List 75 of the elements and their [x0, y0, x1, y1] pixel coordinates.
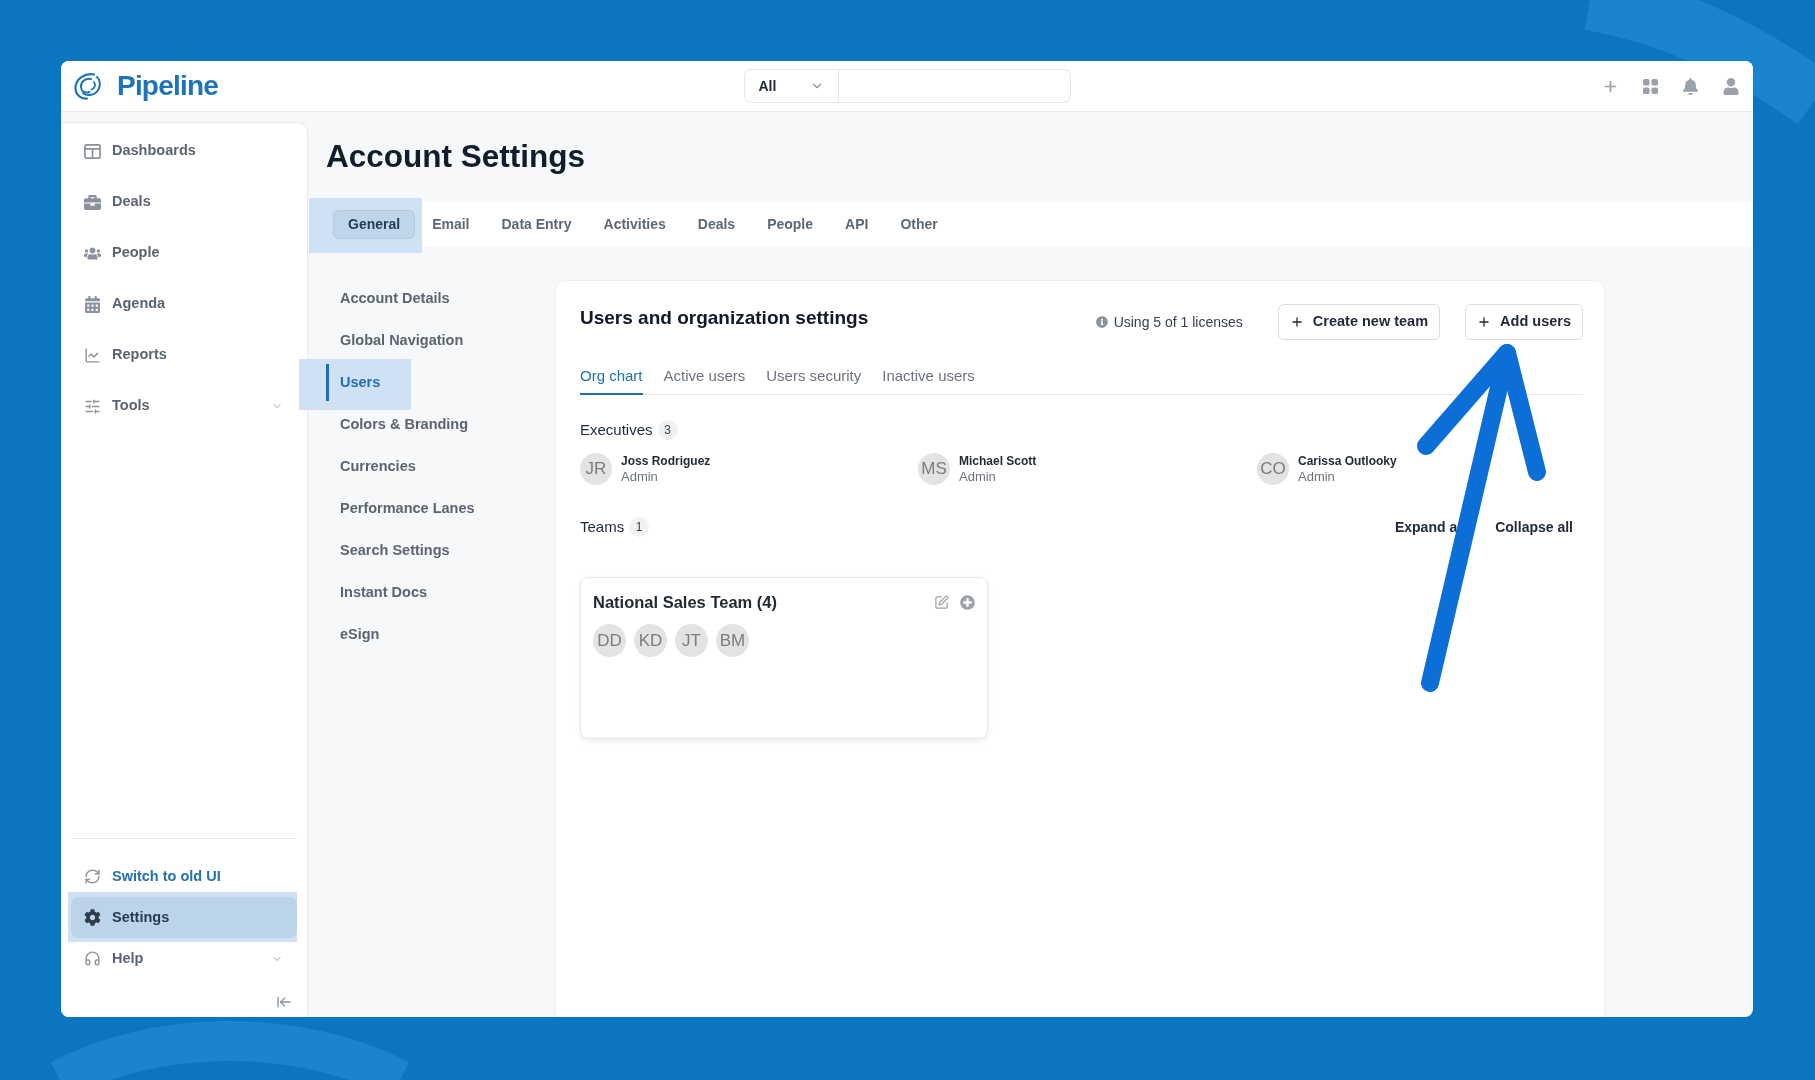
sidebar-item[interactable]: Settings	[71, 897, 297, 938]
collapse-sidebar-icon[interactable]	[276, 994, 292, 1010]
user-icon[interactable]	[1723, 77, 1739, 95]
settings-nav-item[interactable]: Search Settings	[326, 532, 460, 569]
section-label: Teams	[580, 516, 625, 537]
person-role: Admin	[621, 469, 659, 485]
grid-icon[interactable]	[1643, 78, 1658, 94]
expand-all-link[interactable]: Expand a	[1394, 516, 1458, 538]
license-info: Using 5 of 1 licenses	[1113, 312, 1243, 332]
search-field[interactable]	[838, 69, 1071, 103]
sidebar-item[interactable]: People	[71, 231, 297, 275]
create-team-button[interactable]: Create new team	[1277, 304, 1441, 340]
settings-nav-item[interactable]: Performance Lanes	[326, 490, 485, 527]
person-role: Admin	[1298, 469, 1336, 485]
initials-avatar: CO	[1257, 453, 1289, 485]
settings-nav-item[interactable]: Instant Docs	[326, 574, 437, 611]
add-users-button[interactable]: Add users	[1465, 304, 1583, 340]
card-title: Users and organization settings	[580, 305, 869, 330]
plus-icon	[1289, 315, 1304, 329]
person-role: Admin	[959, 469, 997, 485]
initials-avatar: JR	[580, 453, 612, 485]
briefcase-icon	[84, 193, 101, 211]
tab[interactable]: Active users	[663, 360, 746, 395]
count-badge: 1	[629, 517, 650, 537]
count-badge: 3	[657, 420, 678, 440]
person-name: Joss Rodriguez	[621, 453, 711, 469]
section-label: Executives	[580, 419, 653, 440]
sidebar-item[interactable]: Agenda	[71, 282, 297, 326]
info-icon	[1095, 316, 1108, 328]
bell-icon[interactable]	[1682, 77, 1699, 95]
tab[interactable]: Inactive users	[882, 360, 975, 395]
settings-icon	[84, 909, 101, 926]
sidebar-item[interactable]: Help	[71, 943, 297, 974]
tab[interactable]: API	[830, 210, 884, 239]
settings-nav-item[interactable]: Global Navigation	[326, 322, 474, 359]
tab[interactable]: Data Entry	[486, 210, 587, 239]
sidebar-item[interactable]: Tools	[71, 384, 297, 428]
person-name: Michael Scott	[959, 453, 1037, 469]
settings-nav-item[interactable]: Users	[326, 364, 391, 401]
sidebar-item[interactable]: Switch to old UI	[71, 861, 297, 892]
collapse-all-link[interactable]: Collapse all	[1495, 516, 1573, 538]
tab[interactable]: Email	[417, 210, 485, 239]
scope-dropdown[interactable]: All	[743, 69, 839, 103]
calendar-icon	[84, 295, 101, 313]
sliders-icon	[84, 397, 101, 415]
plus-icon	[1477, 315, 1492, 329]
sidebar-item[interactable]: Deals	[71, 180, 297, 224]
page-title: Account Settings	[326, 137, 585, 177]
settings-nav-item[interactable]: Currencies	[326, 448, 426, 485]
settings-nav-item[interactable]: eSign	[326, 616, 390, 653]
swirl-logo-icon[interactable]	[73, 71, 103, 101]
edit-icon[interactable]	[934, 594, 949, 610]
line-chart-icon	[84, 346, 101, 364]
tab[interactable]: Users security	[766, 360, 862, 395]
initials-avatar: KD	[634, 624, 667, 657]
tab[interactable]: Other	[885, 210, 953, 239]
person-name: Carissa Outlooky	[1298, 453, 1397, 469]
layout-icon	[84, 143, 101, 159]
logo-wordmark[interactable]: Pipeline	[117, 72, 218, 100]
team-name: National Sales Team (4)	[593, 591, 777, 613]
refresh-icon	[84, 868, 101, 885]
settings-nav-item[interactable]: Account Details	[326, 280, 460, 317]
tab[interactable]: Org chart	[580, 360, 643, 395]
tab[interactable]: Activities	[588, 210, 681, 239]
sidebar-item[interactable]: Reports	[71, 333, 297, 377]
initials-avatar: JT	[675, 624, 708, 657]
initials-avatar: BM	[716, 624, 749, 657]
sidebar-item[interactable]: Dashboards	[71, 129, 297, 173]
tab[interactable]: General	[333, 210, 416, 239]
initials-avatar: DD	[593, 624, 626, 657]
initials-avatar: MS	[918, 453, 950, 485]
settings-nav-item[interactable]: Colors & Branding	[326, 406, 479, 443]
tab[interactable]: Deals	[682, 210, 751, 239]
headphones-icon	[84, 950, 101, 967]
tab[interactable]: People	[752, 210, 829, 239]
